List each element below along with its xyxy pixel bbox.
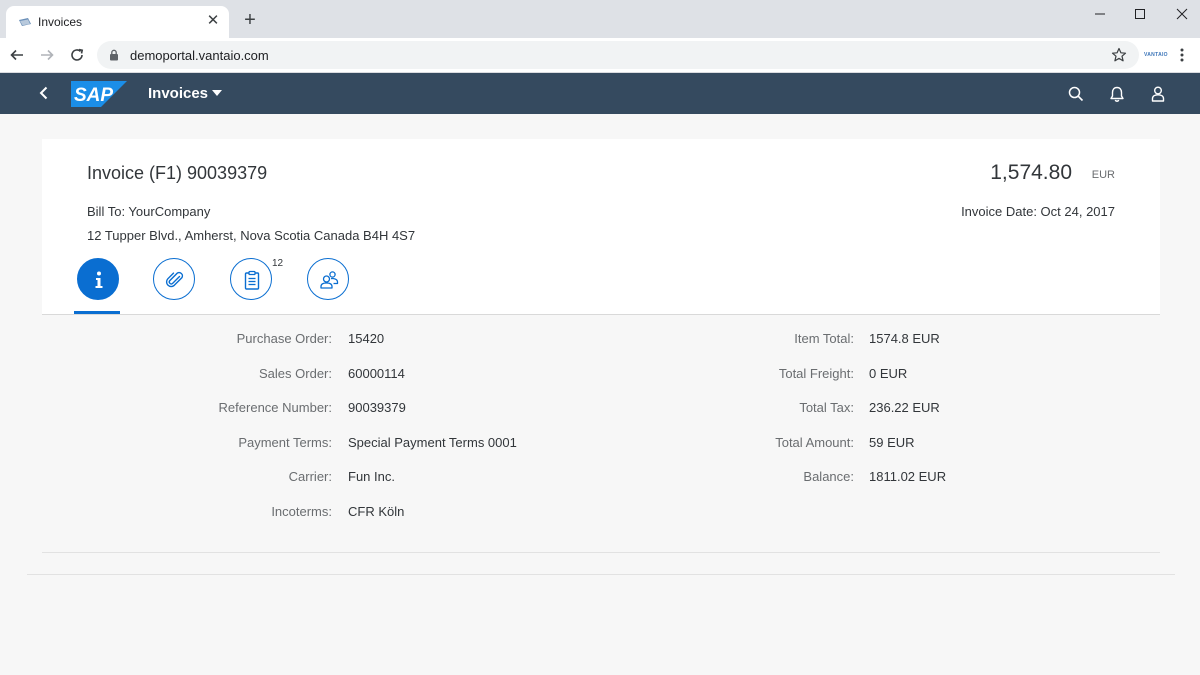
caret-down-icon[interactable]: [212, 90, 222, 96]
window-minimize-icon[interactable]: [1092, 6, 1108, 22]
balance-value: 1811.02 EUR: [869, 469, 947, 484]
bill-to-address: 12 Tupper Blvd., Amherst, Nova Scotia Ca…: [87, 228, 416, 243]
browser-tab-invoices[interactable]: Invoices ✕: [6, 6, 229, 38]
page-divider: [27, 574, 1175, 575]
tab-attachments[interactable]: [153, 258, 195, 300]
address-bar[interactable]: demoportal.vantaio.com: [97, 41, 1139, 69]
section-divider: [42, 552, 1160, 553]
browser-toolbar: demoportal.vantaio.com: [0, 38, 1200, 73]
payment-terms-label: Payment Terms:: [238, 435, 332, 450]
payment-terms-value: Special Payment Terms 0001: [348, 435, 517, 450]
user-profile-icon[interactable]: [1149, 85, 1167, 103]
incoterms-label: Incoterms:: [271, 504, 332, 519]
item-total-label: Item Total:: [794, 331, 854, 346]
url-text: demoportal.vantaio.com: [130, 48, 269, 63]
shell-back-icon[interactable]: [36, 85, 52, 101]
window-close-icon[interactable]: [1174, 6, 1190, 22]
invoice-title: Invoice (F1) 90039379: [87, 163, 268, 183]
total-tax-value: 236.22 EUR: [869, 400, 940, 415]
carrier-label: Carrier:: [288, 469, 332, 484]
tab-contacts[interactable]: [307, 258, 349, 300]
total-freight-value: 0 EUR: [869, 366, 908, 381]
window-maximize-icon[interactable]: [1132, 6, 1148, 22]
new-tab-icon[interactable]: +: [241, 10, 259, 30]
sap-logo[interactable]: SAP: [71, 81, 127, 107]
info-icon: [95, 271, 103, 288]
shell-bar: SAP Invoices: [0, 73, 1200, 114]
total-amount-value: 59 EUR: [869, 435, 915, 450]
sales-order-value: 60000114: [348, 366, 405, 381]
total-tax-label: Total Tax:: [799, 400, 854, 415]
sap-logo-text: SAP: [74, 85, 113, 106]
search-icon[interactable]: [1067, 85, 1085, 103]
browser-forward-icon[interactable]: [39, 47, 55, 63]
page-favicon-icon: [19, 18, 31, 26]
reference-number-value: 90039379: [348, 400, 406, 415]
invoice-currency: EUR: [1091, 169, 1115, 181]
reference-number-label: Reference Number:: [218, 400, 332, 415]
invoice-date: Invoice Date: Oct 24, 2017: [961, 204, 1115, 219]
browser-back-icon[interactable]: [9, 47, 25, 63]
lock-icon: [110, 49, 118, 61]
tab-notes[interactable]: [230, 258, 272, 300]
bookmark-star-icon[interactable]: [1111, 47, 1127, 63]
browser-reload-icon[interactable]: [69, 47, 85, 63]
balance-label: Balance:: [803, 469, 854, 484]
tab-info[interactable]: [77, 258, 119, 300]
purchase-order-value: 15420: [348, 331, 385, 346]
incoterms-value: CFR Köln: [348, 504, 405, 519]
carrier-value: Fun Inc.: [348, 469, 395, 484]
sales-order-label: Sales Order:: [259, 366, 332, 381]
item-total-value: 1574.8 EUR: [869, 331, 940, 346]
clipboard-icon: [244, 270, 260, 290]
paperclip-icon: [165, 271, 184, 288]
tab-close-icon[interactable]: ✕: [205, 13, 221, 29]
bill-to: Bill To: YourCompany: [87, 204, 211, 219]
total-amount-label: Total Amount:: [775, 435, 854, 450]
object-header: Invoice (F1) 90039379 1,574.80 EUR Bill …: [42, 139, 1160, 315]
selected-tab-indicator: [74, 311, 120, 314]
extension-icon[interactable]: VANTAIO: [1144, 52, 1168, 60]
browser-tabstrip: Invoices ✕ +: [0, 0, 1200, 38]
notes-count-badge: 12: [272, 258, 284, 269]
browser-menu-icon[interactable]: [1180, 47, 1184, 63]
app-title[interactable]: Invoices: [148, 85, 208, 102]
invoice-amount: 1,574.80: [990, 161, 1072, 184]
notifications-bell-icon[interactable]: [1108, 85, 1126, 103]
total-freight-label: Total Freight:: [778, 366, 854, 381]
purchase-order-label: Purchase Order:: [236, 331, 332, 346]
people-icon: [320, 271, 339, 289]
browser-tab-title: Invoices: [38, 15, 83, 29]
